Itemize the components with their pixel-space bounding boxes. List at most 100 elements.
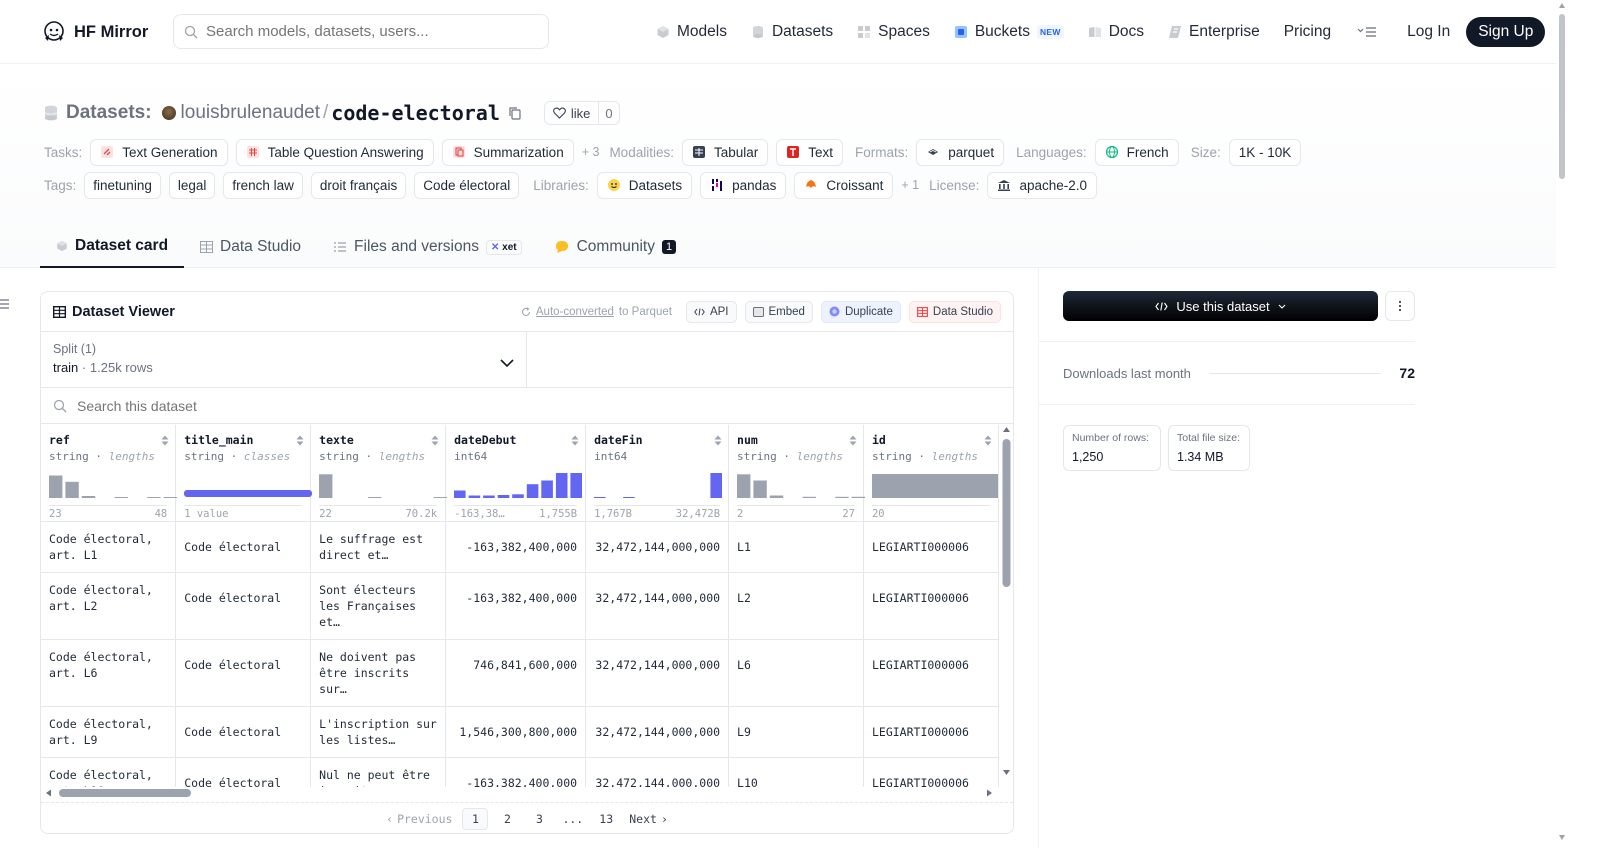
table-cell-dateFin[interactable]: 32,472,144,000,000 [585,521,730,573]
column-header-dateFin[interactable]: dateFin int64 1,767B 32,472B [585,425,730,522]
page-scrollbar[interactable] [1556,0,1568,861]
histogram-bar[interactable] [526,484,539,498]
histogram-bar[interactable] [184,490,313,497]
histogram-bar[interactable] [802,496,816,498]
column-histogram[interactable] [594,472,723,498]
histogram-bar[interactable] [114,497,128,498]
data-studio-button[interactable]: Data Studio [908,300,1001,323]
modality-tabular[interactable]: Tabular [681,138,769,166]
vertical-scrollbar[interactable] [999,425,1014,787]
task-table-qa[interactable]: Table Question Answering [235,138,434,166]
dataset-search[interactable] [41,388,1013,424]
histogram-bar[interactable] [497,495,510,498]
table-cell-dateDebut[interactable]: -163,382,400,000 [445,572,587,640]
previous-page-button[interactable]: ‹ Previous [382,808,456,830]
table-cell-title-main[interactable]: Code électoral [175,639,312,707]
table-row[interactable]: Code électoral, art. L6 Code électoral Ne … [41,639,999,707]
duplicate-button[interactable]: Duplicate [820,300,901,323]
histogram-bar[interactable] [541,480,553,499]
column-histogram[interactable] [737,472,866,499]
tab-data-studio[interactable]: Data Studio [184,226,317,268]
table-cell-num[interactable]: L10 [728,757,864,787]
format-parquet[interactable]: parquet [916,138,1005,166]
table-cell-ref[interactable]: Code électoral, art. L6 [41,639,177,707]
split-selector[interactable]: Split (1) train · 1.25k rows [41,332,527,387]
histogram-bar[interactable] [623,497,635,498]
tab-files-and-versions[interactable]: Files and versions ✕ xet [317,226,538,268]
column-histogram[interactable] [49,472,177,498]
histogram-bar[interactable] [753,480,767,499]
size-tag[interactable]: 1K - 10K [1228,138,1302,166]
sort-icon[interactable] [571,435,579,446]
global-search-input[interactable] [206,23,526,40]
tag-finetuning[interactable]: finetuning [84,171,161,199]
table-cell-ref[interactable]: Code électoral, art. L10 [41,757,177,787]
table-cell-dateFin[interactable]: 32,472,144,000,000 [585,706,730,758]
page-2[interactable]: 2 [494,808,520,830]
page-1[interactable]: 1 [462,807,489,830]
histogram-bar[interactable] [483,495,495,499]
owner-link[interactable]: louisbrulenaudet [181,102,320,124]
histogram-bar[interactable] [594,497,606,498]
histogram-bar[interactable] [769,495,784,499]
sort-icon[interactable] [431,435,439,446]
dataset-search-input[interactable] [77,397,477,414]
page-13[interactable]: 13 [593,808,619,830]
tab-community[interactable]: Community 1 [538,226,693,268]
nav-datasets[interactable]: Datasets [751,23,833,41]
sort-icon[interactable] [161,435,169,446]
table-cell-num[interactable]: L2 [728,572,864,640]
table-cell-texte[interactable]: L'inscription sur les listes… [310,706,447,758]
table-cell-id[interactable]: LEGIARTI000006 [863,706,999,758]
histogram-bar[interactable] [65,481,79,498]
column-histogram[interactable] [319,472,448,498]
histogram-bar[interactable] [454,490,466,499]
sort-icon[interactable] [714,435,722,446]
column-header-title-main[interactable]: title_main string · classes 1 value [175,425,313,522]
login-link[interactable]: Log In [1407,23,1450,41]
histogram-bar[interactable] [835,496,849,498]
sidebar-toggle-icon[interactable] [0,298,9,310]
table-cell-title-main[interactable]: Code électoral [175,706,312,758]
histogram-bar[interactable] [319,474,333,498]
column-histogram[interactable] [184,472,313,498]
table-cell-num[interactable]: L6 [728,639,864,707]
table-cell-dateFin[interactable]: 32,472,144,000,000 [585,639,730,707]
table-cell-num[interactable]: L9 [728,706,864,758]
histogram-bar[interactable] [49,475,63,499]
table-cell-dateFin[interactable]: 32,472,144,000,000 [585,572,730,640]
table-cell-texte[interactable]: Ne doivent pas être inscrits sur… [310,639,447,707]
column-histogram[interactable] [871,472,999,498]
table-row[interactable]: Code électoral, art. L9 Code électoral L'i… [41,706,999,758]
signup-button[interactable]: Sign Up [1466,17,1546,47]
license-tag[interactable]: apache-2.0 [987,171,1097,199]
table-cell-dateDebut[interactable]: 1,546,300,800,000 [445,706,587,758]
table-cell-texte[interactable]: Sont électeurs les Françaises et… [310,572,447,640]
libraries-more[interactable]: + 1 [901,178,919,192]
sort-icon[interactable] [296,435,304,446]
table-cell-texte[interactable]: Nul ne peut être inscrit sur… [310,757,447,787]
task-text-generation[interactable]: Text Generation [90,138,228,166]
column-histogram[interactable] [454,472,583,499]
histogram-bar[interactable] [512,494,524,498]
auto-converted-link[interactable]: Auto-converted [536,306,614,318]
table-cell-id[interactable]: LEGIARTI000006 [863,757,999,787]
horizontal-scrollbar[interactable] [41,787,999,799]
histogram-bar[interactable] [570,473,583,498]
table-cell-title-main[interactable]: Code électoral [175,572,312,640]
histogram-bar[interactable] [710,473,723,498]
nav-enterprise[interactable]: Enterprise [1168,23,1260,41]
like-button[interactable]: like [545,102,600,124]
logo[interactable]: HF Mirror [42,20,148,44]
table-row[interactable]: Code électoral, art. L2 Code électoral Son… [41,572,999,640]
table-cell-title-main[interactable]: Code électoral [175,521,312,573]
tag-legal[interactable]: legal [168,171,216,199]
table-cell-texte[interactable]: Le suffrage est direct et… [310,521,447,573]
histogram-bar[interactable] [555,473,568,498]
nav-pricing[interactable]: Pricing [1284,23,1331,41]
sort-icon[interactable] [984,435,992,446]
column-header-num[interactable]: num string · lengths 2 27 [728,425,866,522]
column-header-texte[interactable]: texte string · lengths 22 70.2k [310,425,448,522]
histogram-bar[interactable] [871,474,998,498]
histogram-bar[interactable] [368,497,382,498]
